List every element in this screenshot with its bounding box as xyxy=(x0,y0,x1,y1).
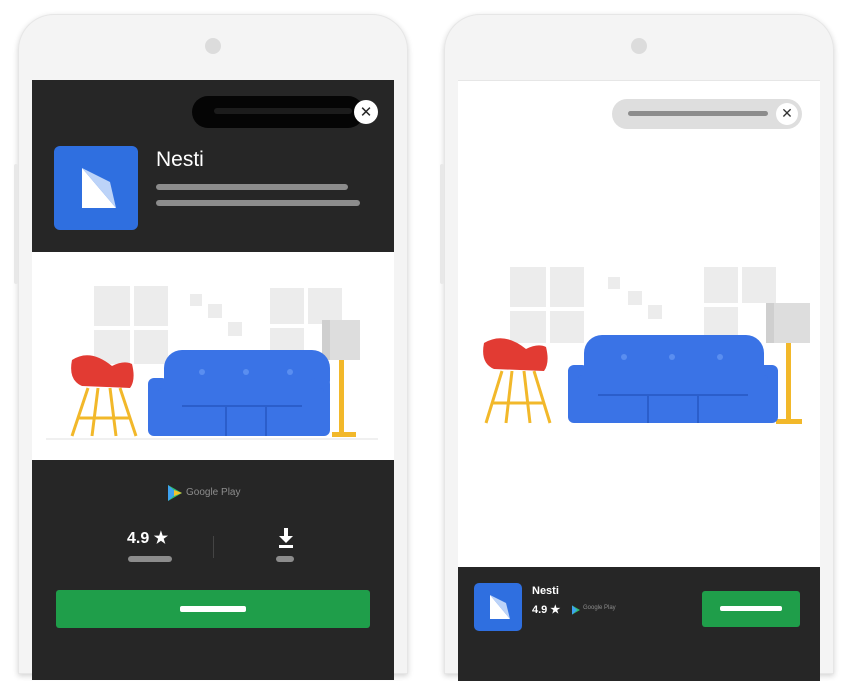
download-count-bar xyxy=(276,556,294,562)
divider xyxy=(213,536,214,558)
url-bar-line xyxy=(628,111,768,116)
speaker xyxy=(631,38,647,54)
app-icon[interactable] xyxy=(474,583,522,631)
install-button[interactable] xyxy=(702,591,800,627)
install-button[interactable] xyxy=(56,590,370,628)
description-line-1 xyxy=(156,184,348,190)
ad-header: ✕ Nesti xyxy=(32,80,394,252)
speaker xyxy=(205,38,221,54)
app-name: Nesti xyxy=(156,148,204,171)
side-button xyxy=(14,164,18,284)
left-screen: ✕ Nesti Google Play 4.9 ★ xyxy=(32,80,394,680)
red-chair xyxy=(70,355,138,437)
google-play-icon xyxy=(572,605,580,615)
rating: 4.9 ★ xyxy=(127,530,169,547)
rating-count-bar xyxy=(128,556,172,562)
url-bar-line xyxy=(214,108,352,114)
side-button xyxy=(440,164,444,284)
app-logo-icon xyxy=(82,168,116,208)
install-button-label-bar xyxy=(180,606,246,612)
sofa xyxy=(148,350,330,436)
rating: 4.9 ★ xyxy=(532,604,561,616)
living-room-illustration xyxy=(483,267,810,424)
download-icon xyxy=(279,528,293,548)
app-name: Nesti xyxy=(532,585,559,597)
left-phone: ✕ Nesti Google Play 4.9 ★ xyxy=(14,14,408,680)
right-screen: ✕ Nesti 4.9 ★ Google Play xyxy=(458,80,820,681)
right-phone: ✕ Nesti 4.9 ★ Google Play xyxy=(440,14,834,681)
app-logo-icon xyxy=(490,595,510,619)
app-icon[interactable] xyxy=(54,146,138,230)
wall-frames xyxy=(510,267,776,343)
close-icon[interactable]: ✕ xyxy=(776,103,798,125)
store-label: Google Play xyxy=(583,605,616,611)
living-room-illustration xyxy=(46,286,378,440)
close-icon[interactable]: ✕ xyxy=(354,100,378,124)
sofa xyxy=(568,335,778,423)
store-label: Google Play xyxy=(186,487,241,498)
banner-ad: Nesti 4.9 ★ Google Play xyxy=(458,567,820,681)
ad-footer: Google Play 4.9 ★ xyxy=(32,460,394,680)
google-play-icon xyxy=(168,485,182,501)
description-line-2 xyxy=(156,200,360,206)
red-chair xyxy=(483,338,552,424)
install-button-label-bar xyxy=(720,606,782,611)
